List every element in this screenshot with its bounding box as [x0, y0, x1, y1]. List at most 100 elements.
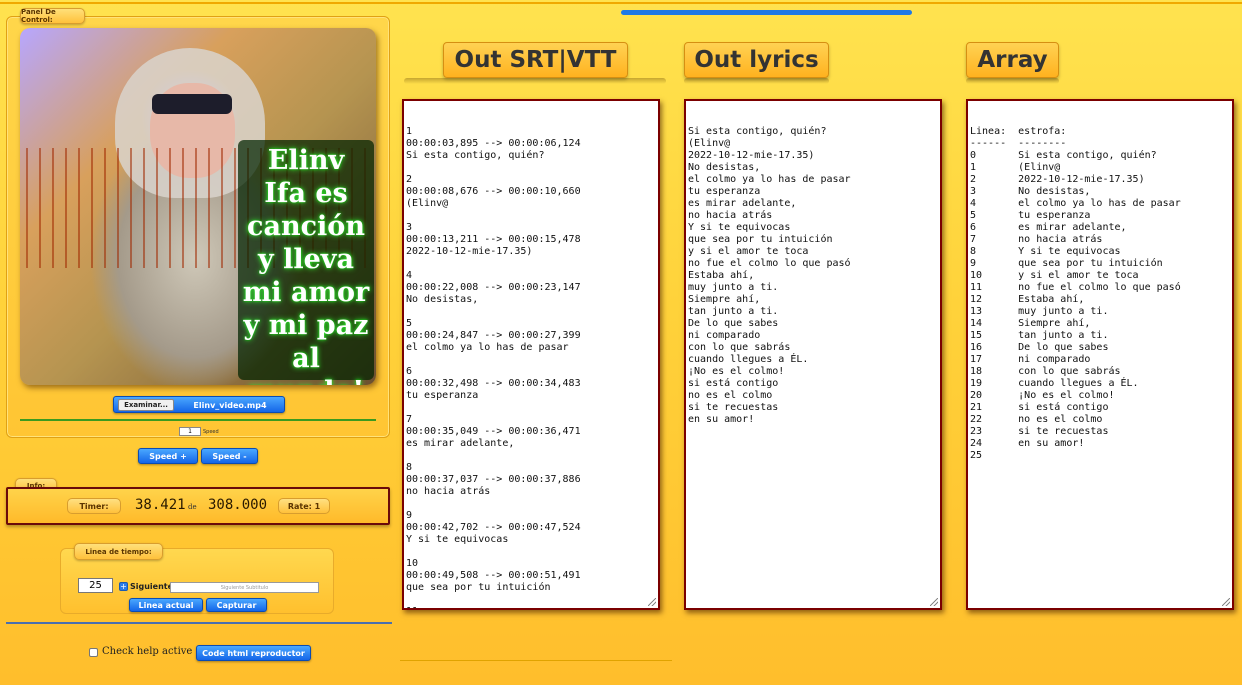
srt-header-shadow	[404, 78, 666, 84]
text-line	[406, 258, 656, 270]
text-line: (Elinv@	[688, 138, 731, 149]
text-line: 17 ni comparado	[970, 354, 1091, 365]
text-line: 00:00:13,211 --> 00:00:15,478	[406, 234, 581, 245]
text-line: tan junto a ti.	[688, 306, 779, 317]
line-number-input[interactable]: 25	[78, 578, 113, 593]
video-lyrics-overlay: Elinv Ifa es canción y lleva mi amor y m…	[238, 140, 374, 385]
text-line	[406, 306, 656, 318]
file-input[interactable]: Examinar... Elinv_video.mp4	[113, 396, 285, 413]
current-line-button[interactable]: Linea actual	[129, 598, 203, 612]
text-line: 11 no fue el colmo lo que pasó	[970, 282, 1181, 293]
text-line: ni comparado	[688, 330, 761, 341]
next-checkbox[interactable]: +	[119, 582, 128, 591]
code-html-button[interactable]: Code html reproductor	[196, 645, 311, 661]
lyrics-textarea[interactable]: Si esta contigo, quién? (Elinv@ 2022-10-12…	[684, 99, 942, 610]
resize-handle-icon[interactable]	[930, 598, 938, 606]
text-line: Si esta contigo, quién?	[406, 150, 545, 161]
text-line: 15 tan junto a ti.	[970, 330, 1109, 341]
text-line: 4	[406, 270, 413, 281]
text-line: 11	[406, 606, 656, 608]
lyrics-header: Out lyrics	[684, 42, 829, 78]
text-line: 13 muy junto a ti.	[970, 306, 1109, 317]
text-line: Linea: estrofa:	[970, 126, 1067, 137]
text-line: es mirar adelante,	[688, 198, 797, 209]
array-textarea[interactable]: Linea: estrofa: ------ -------- 0 Si esta …	[966, 99, 1234, 610]
section-divider	[6, 622, 392, 624]
text-line: 10	[406, 558, 419, 569]
text-line: 00:00:32,498 --> 00:00:34,483	[406, 378, 581, 389]
text-line: 20 ¡No es el colmo!	[970, 390, 1115, 401]
text-line: ------ --------	[970, 138, 1067, 149]
next-subtitle-input[interactable]: Siguiente Subtitulo	[170, 582, 319, 593]
text-line: 00:00:49,508 --> 00:00:51,491	[406, 570, 581, 581]
text-line	[406, 594, 656, 606]
text-line: no hacia atrás	[688, 210, 773, 221]
text-line	[406, 162, 656, 174]
text-line: tu esperanza	[406, 390, 479, 401]
text-line	[406, 210, 656, 222]
control-panel-legend: Panel De Control:	[20, 8, 85, 24]
text-line: que sea por tu intuición	[406, 582, 551, 593]
text-line	[406, 546, 656, 558]
text-line: 12 Estaba ahí,	[970, 294, 1085, 305]
text-line: no hacia atrás	[406, 486, 491, 497]
text-line: 18 con lo que sabrás	[970, 366, 1121, 377]
text-line: No desistas,	[406, 294, 479, 305]
text-line: 00:00:37,037 --> 00:00:37,886	[406, 474, 581, 485]
text-line: 00:00:42,702 --> 00:00:47,524	[406, 522, 581, 533]
text-line: 6	[406, 366, 413, 377]
text-line: 00:00:22,008 --> 00:00:23,147	[406, 282, 581, 293]
text-line: 9 que sea por tu intuición	[970, 258, 1163, 269]
capture-button[interactable]: Capturar	[206, 598, 267, 612]
text-line	[406, 402, 656, 414]
text-line: 00:00:24,847 --> 00:00:27,399	[406, 330, 581, 341]
text-line: 24 en su amor!	[970, 438, 1085, 449]
text-line: 3 No desistas,	[970, 186, 1091, 197]
text-line: si está contigo	[688, 378, 779, 389]
text-line	[406, 498, 656, 510]
text-line: 1 (Elinv@	[970, 162, 1061, 173]
text-line: 8	[406, 462, 413, 473]
speed-minus-button[interactable]: Speed -	[201, 448, 258, 464]
text-line: muy junto a ti.	[688, 282, 779, 293]
bottom-divider	[400, 660, 672, 661]
array-header-shadow	[966, 78, 1059, 84]
text-line: 6 es mirar adelante,	[970, 222, 1127, 233]
resize-handle-icon[interactable]	[648, 598, 656, 606]
text-line: No desistas,	[688, 162, 761, 173]
total-time: 308.000	[208, 497, 268, 513]
resize-handle-icon[interactable]	[1222, 598, 1230, 606]
speed-plus-button[interactable]: Speed +	[138, 448, 198, 464]
array-header: Array	[966, 42, 1059, 78]
text-line: 7	[406, 414, 413, 425]
text-line: 8 Y si te equivocas	[970, 246, 1121, 257]
help-checkbox[interactable]	[89, 648, 98, 657]
text-line: cuando llegues a ÉL.	[688, 354, 809, 365]
browse-button[interactable]: Examinar...	[118, 399, 174, 411]
progress-bar[interactable]	[621, 10, 912, 15]
text-line: y si el amor te toca	[688, 246, 809, 257]
text-line: 1	[406, 126, 413, 137]
text-line: 00:00:08,676 --> 00:00:10,660	[406, 186, 581, 197]
text-line: 00:00:03,895 --> 00:00:06,124	[406, 138, 581, 149]
srt-textarea[interactable]: 1 00:00:03,895 --> 00:00:06,124 Si esta co…	[402, 99, 660, 610]
text-line: en su amor!	[688, 414, 755, 425]
current-time: 38.421	[135, 497, 186, 513]
info-panel	[6, 487, 390, 525]
text-line: 2	[406, 174, 413, 185]
text-line: el colmo ya lo has de pasar	[406, 342, 569, 353]
help-label: Check help active	[102, 646, 193, 657]
text-line	[406, 354, 656, 366]
text-line: 21 si está contigo	[970, 402, 1109, 413]
rate-label: Rate: 1	[278, 498, 330, 514]
text-line: tu esperanza	[688, 186, 761, 197]
speed-input[interactable]: 1	[179, 427, 201, 436]
text-line	[406, 450, 656, 462]
srt-header: Out SRT|VTT	[443, 42, 628, 78]
timeline-legend: Linea de tiempo:	[74, 543, 163, 560]
text-line: 0 Si esta contigo, quién?	[970, 150, 1157, 161]
text-line: 23 si te recuestas	[970, 426, 1109, 437]
text-line: Siempre ahí,	[688, 294, 761, 305]
text-line: no fue el colmo lo que pasó	[688, 258, 851, 269]
video-player[interactable]: Elinv Ifa es canción y lleva mi amor y m…	[20, 28, 376, 385]
